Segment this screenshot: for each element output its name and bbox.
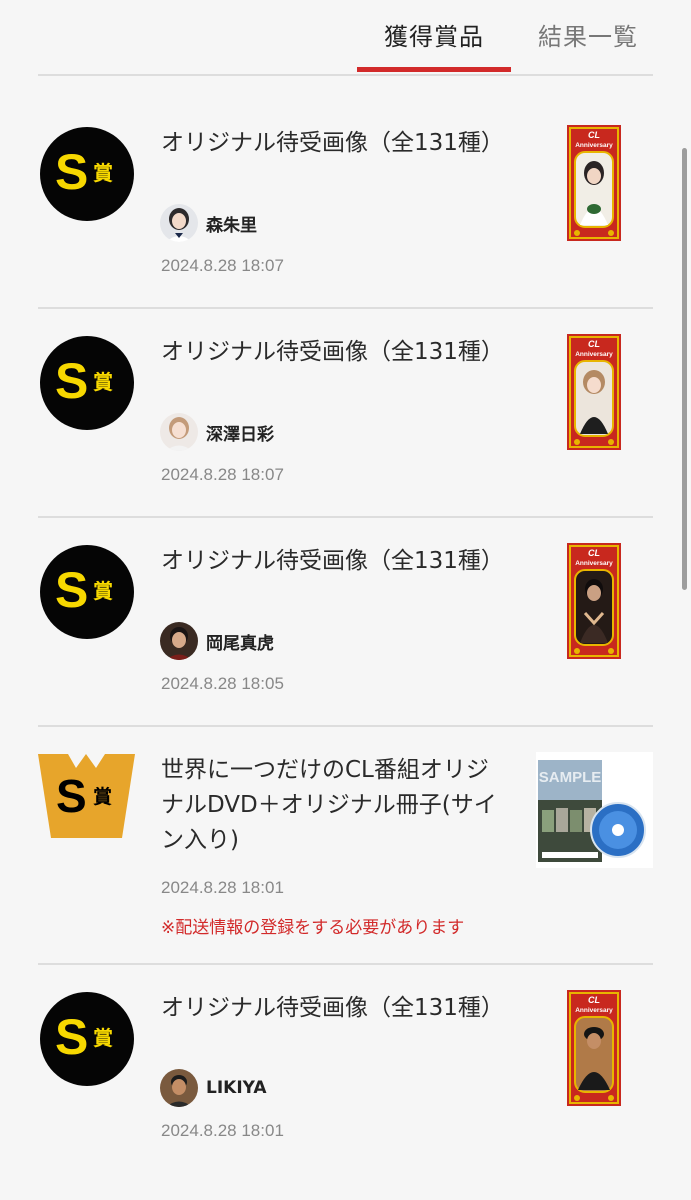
prize-title: 世界に一つだけのCL番組オリジナルDVD＋オリジナル冊子(サイン入り) (161, 757, 497, 853)
prize-title: オリジナル待受画像（全131種） (161, 130, 504, 156)
prize-title: オリジナル待受画像（全131種） (161, 339, 504, 365)
s-prize-badge-icon: S 賞 (40, 336, 134, 430)
member-name: 岡尾真虎 (206, 633, 274, 654)
prize-thumbnail[interactable]: SAMPLE (536, 752, 653, 868)
card-brand-text: CL (588, 548, 600, 558)
tab-bar: 獲得賞品 結果一覧 (38, 0, 653, 76)
card-caption-text: Anniversary (575, 1007, 613, 1014)
card-brand-text: CL (588, 339, 600, 349)
member-avatar (160, 1069, 198, 1107)
member-name: LIKIYA (206, 1078, 267, 1098)
ws-prize-badge-icon: S 賞 (38, 754, 135, 838)
prize-thumbnail[interactable]: CL Anniversary (567, 334, 621, 450)
timestamp: 2024.8.28 18:01 (161, 1121, 284, 1140)
prize-thumbnail[interactable]: CL Anniversary (567, 990, 621, 1106)
active-tab-indicator (357, 67, 511, 72)
prize-row[interactable]: S 賞 オリジナル待受画像（全131種） 森朱里 2024.8.28 18:07 (38, 100, 653, 309)
member-tag[interactable]: 岡尾真虎 (160, 622, 274, 660)
member-avatar (160, 204, 198, 242)
s-prize-badge-icon: S 賞 (40, 127, 134, 221)
member-avatar (160, 622, 198, 660)
timestamp: 2024.8.28 18:05 (161, 674, 284, 693)
s-prize-badge-icon: S 賞 (40, 545, 134, 639)
tab-results[interactable]: 結果一覧 (538, 17, 638, 52)
member-tag[interactable]: 深澤日彩 (160, 413, 274, 451)
card-caption-text: Anniversary (575, 560, 613, 567)
prize-row[interactable]: S 賞 オリジナル待受画像（全131種） LIKIYA 2024.8.28 18… (38, 965, 653, 1200)
s-prize-badge-icon: S 賞 (40, 992, 134, 1086)
member-name: 深澤日彩 (206, 424, 274, 445)
member-name: 森朱里 (206, 215, 257, 236)
card-brand-text: CL (588, 130, 600, 140)
timestamp: 2024.8.28 18:07 (161, 256, 284, 275)
dvd-watermark-text: SAMPLE (539, 769, 602, 786)
card-caption-text: Anniversary (575, 142, 613, 149)
member-tag[interactable]: 森朱里 (160, 204, 257, 242)
prize-thumbnail[interactable]: CL Anniversary (567, 543, 621, 659)
prize-title: オリジナル待受画像（全131種） (161, 995, 504, 1021)
prize-row[interactable]: S 賞 オリジナル待受画像（全131種） 深澤日彩 2024.8.28 18:0… (38, 309, 653, 518)
prize-row[interactable]: S 賞 世界に一つだけのCL番組オリジナルDVD＋オリジナル冊子(サイン入り) … (38, 727, 653, 965)
timestamp: 2024.8.28 18:07 (161, 465, 284, 484)
card-brand-text: CL (588, 995, 600, 1005)
timestamp: 2024.8.28 18:01 (161, 878, 284, 897)
tab-prizes[interactable]: 獲得賞品 (384, 17, 484, 52)
prize-title: オリジナル待受画像（全131種） (161, 548, 504, 574)
member-avatar (160, 413, 198, 451)
prize-thumbnail[interactable]: CL Anniversary (567, 125, 621, 241)
member-tag[interactable]: LIKIYA (160, 1069, 267, 1107)
prize-row[interactable]: S 賞 オリジナル待受画像（全131種） 岡尾真虎 2024.8.28 18:0… (38, 518, 653, 727)
scrollbar[interactable] (682, 148, 687, 590)
card-caption-text: Anniversary (575, 351, 613, 358)
shipping-notice: ※配送情報の登録をする必要があります (161, 918, 465, 938)
